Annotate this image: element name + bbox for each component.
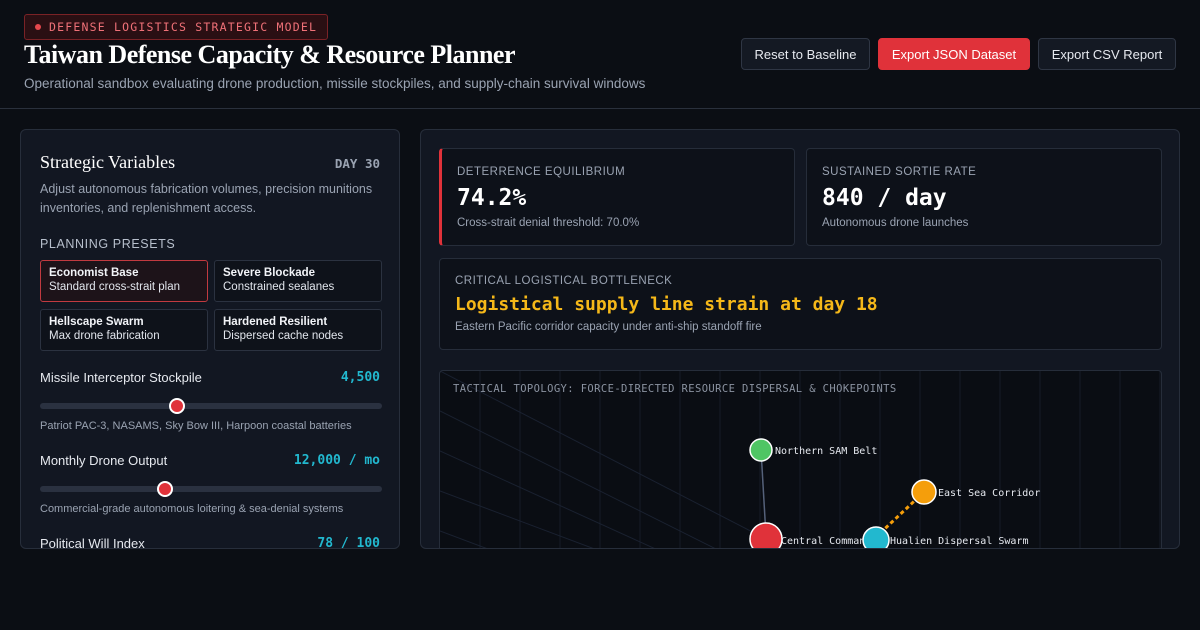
- node-central-command[interactable]: [749, 522, 783, 549]
- sortie-rate-label: SUSTAINED SORTIE RATE: [822, 166, 977, 178]
- political-will-label: Political Will Index: [40, 536, 145, 549]
- app-header: DEFENSE LOGISTICS STRATEGIC MODEL Taiwan…: [0, 0, 1200, 109]
- node-label-northern-sam-belt: Northern SAM Belt: [775, 446, 877, 457]
- reset-baseline-button[interactable]: Reset to Baseline: [741, 38, 870, 70]
- node-hualien-dispersal-swarm[interactable]: [862, 526, 890, 549]
- topology-links: [760, 449, 926, 539]
- panel-title: Strategic Variables: [40, 152, 176, 172]
- preset-name: Economist Base: [49, 267, 139, 279]
- preset-hardened-resilient[interactable]: Hardened Resilient Dispersed cache nodes: [214, 309, 382, 351]
- preset-description: Constrained sealanes: [223, 281, 335, 293]
- node-label-east-sea-corridor: East Sea Corridor: [938, 488, 1040, 499]
- topology-grid: [440, 371, 1161, 548]
- strategic-variables-panel: Strategic Variables DAY 30 Adjust autono…: [20, 129, 400, 549]
- topology-nodes: Northern SAM Belt East Sea Corridor Centra…: [749, 438, 1040, 549]
- node-east-sea-corridor[interactable]: [911, 479, 937, 505]
- preset-name: Hardened Resilient: [223, 316, 328, 328]
- missile-stockpile-label: Missile Interceptor Stockpile: [40, 370, 202, 385]
- preset-description: Dispersed cache nodes: [223, 330, 344, 342]
- panel-description: Adjust autonomous fabrication volumes, p…: [40, 182, 373, 215]
- model-tag: DEFENSE LOGISTICS STRATEGIC MODEL: [24, 14, 329, 40]
- page-subtitle: Operational sandbox evaluating drone pro…: [24, 76, 646, 91]
- political-will-value: 78 / 100: [317, 536, 380, 549]
- drone-output-label: Monthly Drone Output: [40, 453, 168, 468]
- bottleneck-note: Eastern Pacific corridor capacity under …: [455, 321, 762, 333]
- tactical-topology-view[interactable]: TACTICAL TOPOLOGY: FORCE-DIRECTED RESOUR…: [439, 370, 1162, 549]
- slider-thumb[interactable]: [168, 398, 185, 414]
- preset-name: Severe Blockade: [223, 267, 316, 279]
- drone-output-slider[interactable]: [40, 481, 382, 497]
- export-csv-button[interactable]: Export CSV Report: [1038, 38, 1176, 70]
- day-counter: DAY 30: [334, 156, 380, 171]
- preset-description: Max drone fabrication: [49, 330, 160, 342]
- status-dot-icon: [35, 24, 41, 30]
- deterrence-card: DETERRENCE EQUILIBRIUM 74.2% Cross-strai…: [439, 148, 795, 246]
- deterrence-value: 74.2%: [457, 185, 527, 211]
- missile-stockpile-slider[interactable]: [40, 398, 382, 414]
- sortie-rate-value: 840 / day: [822, 185, 947, 211]
- bottleneck-card: CRITICAL LOGISTICAL BOTTLENECK Logistica…: [439, 258, 1162, 350]
- preset-severe-blockade[interactable]: Severe Blockade Constrained sealanes: [214, 260, 382, 302]
- bottleneck-value: Logistical supply line strain at day 18: [455, 294, 878, 315]
- preset-economist-base[interactable]: Economist Base Standard cross-strait pla…: [40, 260, 208, 302]
- bottleneck-label: CRITICAL LOGISTICAL BOTTLENECK: [455, 275, 673, 287]
- page-title: Taiwan Defense Capacity & Resource Plann…: [24, 40, 516, 69]
- drone-output-note: Commercial-grade autonomous loitering & …: [40, 503, 344, 515]
- topology-graph[interactable]: Northern SAM Belt East Sea Corridor Centra…: [440, 371, 1162, 549]
- preset-hellscape-swarm[interactable]: Hellscape Swarm Max drone fabrication: [40, 309, 208, 351]
- node-northern-sam-belt[interactable]: [749, 438, 773, 462]
- export-json-button[interactable]: Export JSON Dataset: [878, 38, 1030, 70]
- drone-output-value: 12,000 / mo: [293, 453, 380, 468]
- node-label-hualien-dispersal-swarm: Hualien Dispersal Swarm: [890, 536, 1028, 547]
- preset-description: Standard cross-strait plan: [49, 281, 181, 293]
- deterrence-label: DETERRENCE EQUILIBRIUM: [457, 166, 626, 178]
- missile-stockpile-value: 4,500: [340, 370, 380, 385]
- model-tag-label: DEFENSE LOGISTICS STRATEGIC MODEL: [49, 20, 318, 34]
- missile-stockpile-note: Patriot PAC-3, NASAMS, Sky Bow III, Harp…: [40, 420, 352, 432]
- sortie-rate-card: SUSTAINED SORTIE RATE 840 / day Autonomo…: [806, 148, 1162, 246]
- preset-name: Hellscape Swarm: [49, 316, 144, 328]
- slider-thumb[interactable]: [156, 481, 173, 497]
- topology-title: TACTICAL TOPOLOGY: FORCE-DIRECTED RESOUR…: [453, 383, 897, 395]
- deterrence-note: Cross-strait denial threshold: 70.0%: [457, 217, 640, 229]
- node-label-central-command: Central Command: [781, 536, 871, 547]
- sortie-rate-note: Autonomous drone launches: [822, 217, 969, 229]
- presets-heading: PLANNING PRESETS: [40, 237, 176, 251]
- metrics-panel: DETERRENCE EQUILIBRIUM 74.2% Cross-strai…: [420, 129, 1180, 549]
